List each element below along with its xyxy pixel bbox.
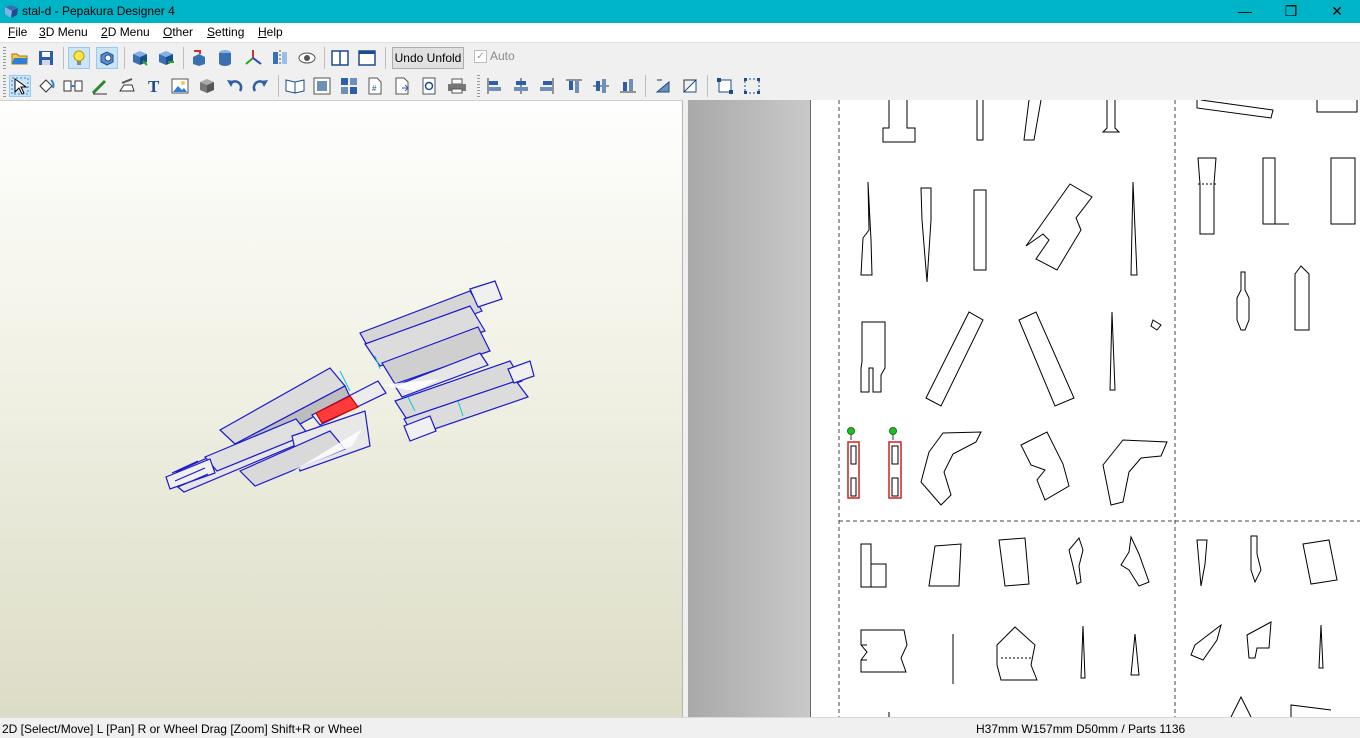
arrange-parts-icon[interactable]: [311, 75, 333, 97]
status-bar: 2D [Select/Move] L [Pan] R or Wheel Drag…: [0, 717, 1360, 738]
align-left-icon[interactable]: [483, 75, 505, 97]
single-view-icon[interactable]: [356, 47, 378, 69]
align-middle-icon[interactable]: [590, 75, 612, 97]
minimize-button[interactable]: —: [1222, 0, 1268, 23]
align-center-icon[interactable]: [510, 75, 532, 97]
select-move-icon[interactable]: [9, 75, 31, 97]
rotate-right-icon[interactable]: [679, 75, 701, 97]
svg-text:#: #: [372, 84, 377, 93]
auto-checkbox[interactable]: ✓ Auto: [474, 49, 515, 63]
menu-mnemonic: H: [258, 25, 267, 39]
menu-mnemonic: O: [163, 25, 173, 39]
status-mode-hint: 2D [Select/Move] L [Pan] R or Wheel Drag…: [2, 722, 363, 736]
window-title: stal-d - Pepakura Designer 4: [22, 4, 175, 18]
book-icon[interactable]: [284, 75, 306, 97]
view-3d-canvas[interactable]: [0, 100, 683, 717]
flap-shape-icon[interactable]: [116, 75, 138, 97]
unfolded-parts: [838, 100, 1360, 717]
svg-text:T: T: [148, 77, 160, 95]
page-number-icon[interactable]: #: [364, 75, 386, 97]
mirror-icon[interactable]: [269, 47, 291, 69]
auto-label: Auto: [490, 49, 515, 63]
cylinder-icon[interactable]: [214, 47, 236, 69]
select-all-icon[interactable]: [741, 75, 763, 97]
save-icon[interactable]: [35, 47, 57, 69]
rotate-icon[interactable]: [35, 75, 57, 97]
menu-mnemonic: S: [207, 25, 216, 39]
status-dimensions: H37mm W157mm D50mm / Parts 1136: [976, 722, 1186, 736]
menu-mnemonic: 3: [39, 25, 46, 39]
scale-icon[interactable]: [188, 47, 210, 69]
menu-setting[interactable]: Setting: [207, 25, 244, 39]
workspace-background: [688, 100, 810, 717]
menu-3d[interactable]: 3D Menu: [39, 25, 88, 39]
edit-toolbar: T #: [0, 72, 1360, 100]
pepakura-app-icon: [5, 5, 18, 18]
close-button[interactable]: ✕: [1314, 0, 1360, 23]
view-icon[interactable]: [296, 47, 318, 69]
split-view-icon[interactable]: [329, 47, 351, 69]
toolbar-grip[interactable]: [3, 75, 6, 97]
menu-bar: File 3D Menu 2D Menu Other Setting Help: [0, 23, 1360, 42]
undo-icon[interactable]: [223, 75, 245, 97]
menu-other[interactable]: Other: [163, 25, 193, 39]
fit-page-icon[interactable]: [714, 75, 736, 97]
print-preview-icon[interactable]: [418, 75, 440, 97]
menu-mnemonic: 2: [101, 25, 108, 39]
print-icon[interactable]: [446, 75, 468, 97]
maximize-button[interactable]: ❐: [1268, 0, 1314, 23]
box-icon[interactable]: [196, 75, 218, 97]
rotate-left-icon[interactable]: [652, 75, 674, 97]
toolbar-grip[interactable]: [477, 75, 480, 97]
title-bar: stal-d - Pepakura Designer 4 — ❐ ✕: [0, 0, 1360, 23]
auto-check-icon: ✓: [474, 49, 487, 63]
align-right-icon[interactable]: [536, 75, 558, 97]
axis-icon[interactable]: [242, 47, 264, 69]
paper-sheet[interactable]: [810, 100, 1360, 717]
redo-icon[interactable]: [250, 75, 272, 97]
text-icon[interactable]: T: [143, 75, 165, 97]
light-bulb-icon[interactable]: [68, 47, 90, 69]
edit-flap-icon[interactable]: [89, 75, 111, 97]
menu-help[interactable]: Help: [258, 25, 283, 39]
menu-2d[interactable]: 2D Menu: [101, 25, 150, 39]
image-icon[interactable]: [169, 75, 191, 97]
menu-mnemonic: F: [8, 25, 16, 39]
align-top-icon[interactable]: [563, 75, 585, 97]
join-icon[interactable]: [62, 75, 84, 97]
page-export-icon[interactable]: [391, 75, 413, 97]
align-bottom-icon[interactable]: [617, 75, 639, 97]
model-3d: [165, 280, 535, 493]
menu-file[interactable]: File: [8, 25, 27, 39]
texture-toggle-icon[interactable]: [96, 47, 118, 69]
toolbar-grip[interactable]: [3, 47, 6, 69]
undo-unfold-button[interactable]: Undo Unfold: [392, 47, 464, 69]
open-icon[interactable]: [9, 47, 31, 69]
main-toolbar: Undo Unfold ✓ Auto: [0, 42, 1360, 72]
grid-icon[interactable]: [338, 75, 360, 97]
unfold-icon[interactable]: [129, 47, 151, 69]
unfold-auto-icon[interactable]: [155, 47, 177, 69]
view-2d-canvas[interactable]: [688, 100, 1360, 717]
